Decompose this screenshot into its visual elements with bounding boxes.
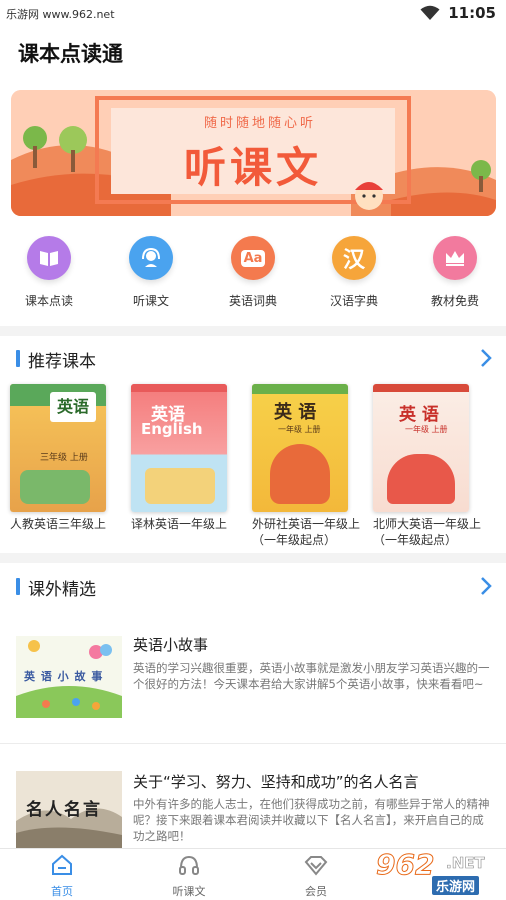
nav-label: 英语词典	[228, 294, 277, 308]
cover-subtitle: English	[141, 420, 203, 438]
cover-title: 英 语	[274, 402, 317, 423]
article-separator	[0, 743, 506, 744]
nav-label: 汉语字典	[329, 294, 378, 308]
cover-art	[387, 454, 455, 504]
wifi-icon	[420, 5, 440, 20]
extracurricular-section-header: 课外精选	[0, 572, 506, 602]
cover-art	[270, 444, 330, 504]
section-accent-bar	[16, 350, 20, 367]
cover-subtitle: 三年级 上册	[40, 453, 88, 463]
crown-icon	[433, 236, 477, 280]
section-title: 推荐课本	[28, 352, 96, 372]
book-card[interactable]: 英语 English 译林英语一年级上	[131, 384, 241, 532]
nav-label: 课本点读	[24, 294, 73, 308]
cover-art	[145, 468, 215, 504]
recommended-section-header: 推荐课本	[0, 344, 506, 374]
headphones-icon	[179, 855, 199, 875]
status-right: 11:05	[420, 4, 496, 22]
article-item[interactable]: 英 语 小 故 事 英语小故事 英语的学习兴趣很重要，英语小故事就是激发小朋友学…	[0, 620, 506, 744]
diamond-icon	[304, 856, 328, 876]
headset-icon	[129, 236, 173, 280]
cover-subtitle: 一年级 上册	[278, 425, 321, 434]
nav-label: 听课文	[132, 294, 169, 308]
chevron-right-icon[interactable]	[480, 348, 492, 368]
article-description: 中外有许多的能人志士，在他们获得成功之前，有哪些异于常人的精神呢？接下来跟着课本…	[133, 797, 490, 843]
tab-home[interactable]: 首页	[12, 853, 112, 899]
status-site-text: 乐游网 www.962.net	[6, 8, 115, 21]
tab-label: 听课文	[172, 885, 206, 898]
nav-item-listen-text[interactable]: 听课文	[106, 236, 196, 309]
tab-label: 首页	[51, 885, 73, 898]
cover-header	[252, 384, 348, 394]
thumbnail-caption: 名人名言	[26, 800, 102, 820]
tab-listen[interactable]: 听课文	[139, 853, 239, 899]
section-title: 课外精选	[28, 580, 96, 600]
book-open-icon	[27, 236, 71, 280]
nav-label: 教材免费	[430, 294, 479, 308]
watermark-net: .NET	[446, 854, 485, 873]
book-name: 外研社英语一年级上（一年级起点）	[252, 517, 361, 547]
site-watermark: 962 .NET 乐游网	[372, 848, 502, 896]
han-glyph: 汉	[342, 248, 365, 273]
section-accent-bar	[16, 578, 20, 595]
book-card[interactable]: 英语 三年级 上册 人教英语三年级上	[10, 384, 120, 532]
status-bar: 乐游网 www.962.net 11:05	[0, 0, 506, 26]
book-card[interactable]: 英 语 一年级 上册 外研社英语一年级上（一年级起点）	[252, 384, 362, 548]
book-cover: 英语 三年级 上册	[10, 384, 106, 512]
tab-membership[interactable]: 会员	[266, 853, 366, 899]
book-cover: 英 语 一年级 上册	[252, 384, 348, 512]
cover-header	[373, 384, 469, 392]
chevron-right-icon[interactable]	[480, 576, 492, 596]
nav-item-free-textbooks[interactable]: 教材免费	[410, 236, 500, 309]
article-thumbnail: 英 语 小 故 事	[16, 636, 122, 718]
article-description: 英语的学习兴趣很重要，英语小故事就是激发小朋友学习英语兴趣的一个很好的方法！今天…	[133, 661, 490, 691]
bottom-tab-bar: 首页 听课文 会员 962 .NET 乐游网	[0, 848, 506, 900]
thumbnail-caption: 英 语 小 故 事	[24, 670, 104, 683]
article-thumbnail: 名人名言	[16, 771, 122, 848]
home-icon	[52, 854, 72, 875]
nav-item-chinese-dictionary[interactable]: 汉 汉语字典	[309, 236, 399, 309]
han-character-icon: 汉	[332, 236, 376, 280]
section-divider	[0, 326, 506, 336]
book-name: 北师大英语一年级上（一年级起点）	[373, 517, 482, 547]
watermark-site: 乐游网	[432, 876, 480, 895]
book-card[interactable]: 英 语 一年级 上册 北师大英语一年级上（一年级起点）	[373, 384, 483, 548]
article-title: 关于“学习、努力、坚持和成功”的名人名言	[133, 773, 419, 791]
book-cover: 英语 English	[131, 384, 227, 512]
cover-title: 英语	[50, 392, 96, 422]
book-cover: 英 语 一年级 上册	[373, 384, 469, 512]
nav-item-textbook-reading[interactable]: 课本点读	[4, 236, 94, 309]
cover-art	[20, 470, 90, 504]
status-time: 11:05	[448, 4, 496, 22]
banner[interactable]: 随时随地随心听 听课文	[11, 90, 496, 216]
banner-subtitle: 随时随地随心听	[203, 116, 316, 131]
section-divider	[0, 553, 506, 563]
watermark-number: 962	[375, 848, 435, 882]
cover-subtitle: 一年级 上册	[405, 425, 448, 434]
book-name: 译林英语一年级上	[131, 517, 228, 531]
app-title: 课本点读通	[18, 42, 123, 66]
aa-glyph: Aa	[240, 249, 266, 267]
tab-label: 会员	[305, 885, 327, 898]
article-item[interactable]: 名人名言 关于“学习、努力、坚持和成功”的名人名言 中外有许多的能人志士，在他们…	[0, 745, 506, 848]
banner-title: 听课文	[183, 143, 322, 192]
cover-title: 英 语	[399, 405, 439, 425]
cover-header	[131, 384, 227, 392]
aa-dictionary-icon: Aa	[231, 236, 275, 280]
quick-nav: 课本点读 听课文 Aa 英语词典 汉 汉语字典 教材免费	[0, 236, 506, 316]
article-title: 英语小故事	[133, 636, 209, 654]
nav-item-english-dictionary[interactable]: Aa 英语词典	[208, 236, 298, 309]
book-name: 人教英语三年级上	[10, 517, 107, 531]
